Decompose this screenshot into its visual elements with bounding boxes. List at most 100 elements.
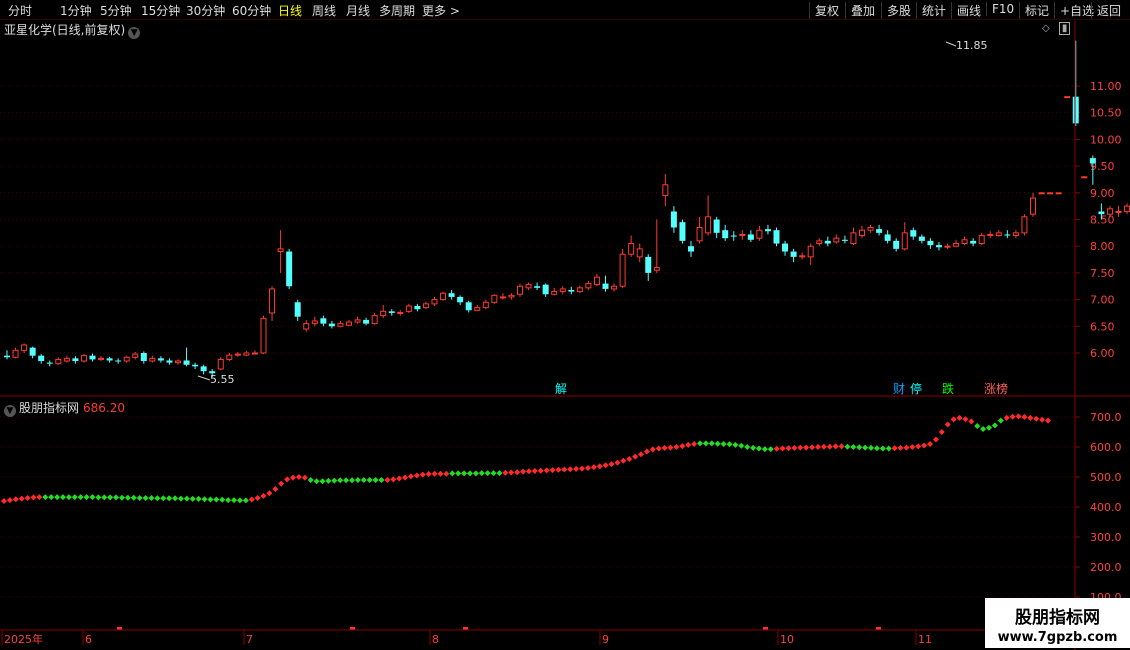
multi-stock-button[interactable]: 多股: [881, 2, 911, 19]
candle-body: [12, 349, 19, 358]
candle: [970, 238, 977, 247]
candle-body: [422, 303, 429, 309]
candle: [935, 241, 942, 251]
candle: [1030, 192, 1036, 217]
mark-button[interactable]: 标记: [1019, 2, 1049, 19]
tab-weekly[interactable]: 周线: [312, 2, 336, 19]
back-button[interactable]: 返回: [1091, 2, 1121, 19]
panel-toggle-icon[interactable]: ▮: [1058, 22, 1071, 35]
indicator-point: [602, 462, 609, 469]
candle: [106, 356, 113, 363]
candle: [311, 316, 318, 327]
candle-body: [1106, 208, 1113, 215]
candle-body: [1038, 192, 1045, 195]
tab-monthly[interactable]: 月线: [346, 2, 370, 19]
event-marker-finance[interactable]: 财: [893, 382, 905, 396]
x-axis-label: 7: [246, 633, 253, 646]
candle: [636, 243, 643, 263]
high-price-label: 11.85: [956, 39, 988, 52]
candle-body: [260, 317, 267, 354]
x-axis-label: 10: [780, 633, 794, 646]
candle-body: [294, 302, 301, 317]
indicator-point: [1027, 414, 1034, 421]
indicator-point: [667, 444, 674, 451]
candle-body: [1081, 176, 1088, 179]
restore-rights-button[interactable]: 复权: [809, 2, 839, 19]
diamond-icon[interactable]: ◇: [1042, 23, 1050, 34]
indicator-title[interactable]: ▼ 股朋指标网 686.20: [4, 399, 125, 417]
event-marker-drop[interactable]: 跌: [942, 381, 954, 396]
tab-more[interactable]: 更多 >: [422, 2, 460, 19]
period-toolbar: 分时 1分钟 5分钟 15分钟 30分钟 60分钟 日线 周线 月线 多周期 更…: [0, 0, 1130, 20]
candle-body: [799, 255, 806, 258]
candle-body: [645, 256, 652, 273]
tab-daily[interactable]: 日线: [278, 2, 302, 19]
candle-body: [46, 362, 53, 364]
add-watchlist-button[interactable]: +自选: [1054, 2, 1094, 19]
candle-body: [440, 292, 447, 301]
candlestick-chart[interactable]: 11.00 10.50 10.00 9.50 9.00 8.50 8.00 7.50 7.00 6…: [0, 0, 1130, 650]
event-marker-top-list[interactable]: 涨榜: [984, 381, 1008, 396]
candle: [1047, 192, 1054, 195]
indicator-point: [891, 445, 898, 452]
signal-marker: [763, 627, 768, 630]
indicator-point: [172, 495, 179, 502]
candle-body: [243, 352, 250, 356]
candle-body: [764, 229, 771, 232]
tab-15min[interactable]: 15分钟: [141, 2, 180, 19]
candle-body: [619, 253, 626, 287]
indicator-point: [820, 443, 827, 450]
tab-60min[interactable]: 60分钟: [232, 2, 271, 19]
tab-multi-period[interactable]: 多周期: [379, 2, 415, 19]
indicator-point: [850, 444, 857, 450]
candle-body: [653, 267, 660, 271]
indicator-point: [885, 445, 892, 452]
indicator-point: [461, 470, 468, 477]
candle: [568, 286, 575, 295]
tab-1min[interactable]: 1分钟: [60, 2, 92, 19]
indicator-point: [720, 441, 727, 447]
candle-body: [303, 323, 310, 330]
indicator-point: [791, 444, 798, 451]
candle-body: [405, 305, 412, 312]
indicator-point: [655, 445, 662, 452]
candle-body: [115, 360, 122, 362]
candle-body: [730, 235, 737, 237]
indicator-point: [496, 470, 503, 477]
chart-title[interactable]: 亚星化学(日线,前复权) ▼: [4, 21, 141, 39]
indicator-point: [991, 422, 998, 429]
indicator-point: [30, 494, 37, 501]
candle: [833, 234, 840, 244]
stock-chart-app: 分时 1分钟 5分钟 15分钟 30分钟 60分钟 日线 周线 月线 多周期 更…: [0, 0, 1130, 650]
draw-line-button[interactable]: 画线: [951, 2, 981, 19]
candle-body: [1004, 234, 1011, 236]
candle: [542, 283, 549, 297]
candle: [593, 273, 600, 287]
candle-body: [286, 251, 293, 287]
event-marker-unlock[interactable]: 解: [555, 382, 567, 396]
tab-30min[interactable]: 30分钟: [186, 2, 225, 19]
indicator-point: [325, 477, 332, 484]
candle: [961, 236, 968, 246]
candle-body: [320, 318, 327, 324]
candle: [200, 364, 207, 375]
candle: [688, 240, 694, 257]
candle: [705, 195, 712, 236]
candle-body: [192, 364, 199, 367]
f10-button[interactable]: F10: [986, 2, 1014, 16]
candle: [559, 286, 566, 295]
candle: [499, 293, 506, 300]
candle-body: [688, 246, 694, 252]
statistics-button[interactable]: 统计: [916, 2, 946, 19]
indicator-point: [785, 445, 792, 452]
event-marker-halt[interactable]: 停: [910, 381, 922, 396]
indicator-point: [909, 444, 916, 450]
chevron-down-icon[interactable]: ▼: [128, 27, 141, 39]
tab-intraday[interactable]: 分时: [8, 2, 32, 19]
price-axis-label: 10.00: [1090, 133, 1122, 146]
indicator-point: [921, 442, 928, 449]
tab-5min[interactable]: 5分钟: [100, 2, 132, 19]
candle: [619, 248, 626, 288]
overlay-button[interactable]: 叠加: [845, 2, 875, 19]
chevron-down-icon[interactable]: ▼: [4, 405, 16, 417]
